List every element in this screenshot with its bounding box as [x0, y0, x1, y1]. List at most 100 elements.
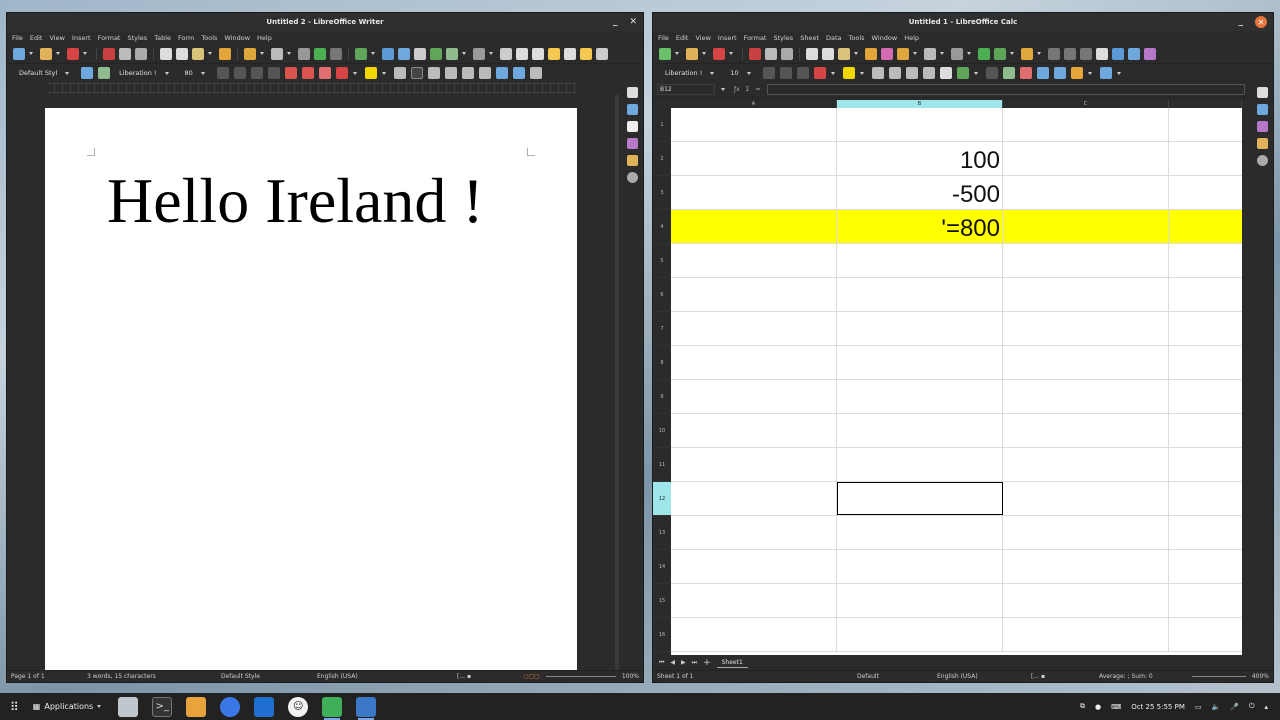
- close-icon[interactable]: ✕: [1255, 16, 1267, 28]
- column-header-a[interactable]: A: [671, 100, 837, 108]
- menu-window[interactable]: Window: [224, 34, 250, 42]
- cell[interactable]: [1003, 618, 1169, 651]
- minimize-icon[interactable]: _: [613, 17, 618, 27]
- status-zoom[interactable]: 400%: [1252, 673, 1269, 680]
- redo-icon[interactable]: [924, 47, 936, 60]
- prev-sheet-icon[interactable]: ◀: [670, 659, 675, 666]
- insert-textbox-icon[interactable]: [414, 47, 426, 60]
- cell[interactable]: [1003, 108, 1169, 141]
- minimize-icon[interactable]: _: [1239, 17, 1244, 27]
- menu-tools[interactable]: Tools: [201, 34, 217, 42]
- cell[interactable]: [671, 584, 837, 617]
- row-header[interactable]: 13: [653, 516, 671, 550]
- horizontal-ruler[interactable]: [47, 83, 577, 93]
- export-pdf-icon[interactable]: [749, 47, 761, 60]
- menu-tools[interactable]: Tools: [849, 34, 865, 42]
- menu-file[interactable]: File: [12, 34, 23, 42]
- row-header[interactable]: 16: [653, 618, 671, 652]
- increase-indent-icon[interactable]: [495, 67, 508, 79]
- menu-edit[interactable]: Edit: [30, 34, 43, 42]
- hyperlink-icon[interactable]: [500, 47, 512, 60]
- column-header-d[interactable]: [1169, 100, 1242, 108]
- new-document-icon[interactable]: [13, 47, 25, 60]
- last-sheet-icon[interactable]: ⏭: [692, 659, 697, 667]
- status-language[interactable]: English (USA): [317, 673, 457, 680]
- row-header[interactable]: 12: [653, 482, 671, 516]
- font-size-dropdown[interactable]: 80: [181, 67, 212, 79]
- vscode-icon[interactable]: [254, 696, 275, 717]
- menu-format[interactable]: Format: [98, 34, 121, 42]
- cell[interactable]: [1003, 448, 1169, 481]
- insert-chart-icon[interactable]: [398, 47, 410, 60]
- menu-file[interactable]: File: [658, 34, 669, 42]
- cell[interactable]: [837, 516, 1003, 549]
- copy-icon[interactable]: [176, 47, 188, 60]
- first-sheet-icon[interactable]: ⏮: [659, 659, 664, 667]
- software-center-icon[interactable]: [186, 696, 207, 717]
- clock[interactable]: Oct 25 5:55 PM: [1131, 703, 1185, 711]
- row-header[interactable]: 10: [653, 414, 671, 448]
- cell[interactable]: [1003, 346, 1169, 379]
- italic-icon[interactable]: [233, 67, 246, 79]
- next-sheet-icon[interactable]: ▶: [681, 659, 686, 666]
- insert-image-icon[interactable]: [1112, 47, 1124, 60]
- sidebar-settings-icon[interactable]: [1256, 87, 1268, 98]
- clone-formatting-icon[interactable]: [865, 47, 877, 60]
- keyboard-icon[interactable]: ⌨: [1111, 703, 1121, 711]
- print-preview-icon[interactable]: [135, 47, 147, 60]
- cell-b12-selected[interactable]: [837, 482, 1003, 515]
- bookmark-icon[interactable]: [548, 47, 560, 60]
- menu-table[interactable]: Table: [154, 34, 171, 42]
- sidebar-properties-icon[interactable]: [626, 104, 638, 115]
- formatting-marks-icon[interactable]: [330, 47, 342, 60]
- strikethrough-icon[interactable]: [267, 67, 280, 79]
- cell[interactable]: [1003, 516, 1169, 549]
- terminal-icon[interactable]: >_: [152, 696, 173, 717]
- subscript-icon[interactable]: [301, 67, 314, 79]
- cell[interactable]: [837, 108, 1003, 141]
- cell[interactable]: [671, 550, 837, 583]
- view-layout-icon[interactable]: ○▢▢: [523, 673, 540, 680]
- row-header[interactable]: 11: [653, 448, 671, 482]
- sort-ascending-icon[interactable]: [1080, 47, 1092, 60]
- currency-format-icon[interactable]: [956, 67, 969, 79]
- align-left-icon[interactable]: [393, 67, 406, 79]
- font-size-dropdown[interactable]: 10: [726, 67, 757, 79]
- find-replace-icon[interactable]: [298, 47, 310, 60]
- row-header[interactable]: 3: [653, 176, 671, 210]
- save-icon[interactable]: [713, 47, 725, 60]
- copy-icon[interactable]: [822, 47, 834, 60]
- menu-styles[interactable]: Styles: [773, 34, 793, 42]
- cell[interactable]: [837, 278, 1003, 311]
- formula-input[interactable]: [766, 84, 1245, 95]
- row-header[interactable]: 6: [653, 278, 671, 312]
- open-folder-icon[interactable]: [686, 47, 698, 60]
- insert-table-icon[interactable]: [355, 47, 367, 60]
- status-language[interactable]: English (USA): [937, 673, 1031, 680]
- writer-vertical-scrollbar[interactable]: [615, 95, 619, 672]
- menu-format[interactable]: Format: [744, 34, 767, 42]
- row-header[interactable]: 15: [653, 584, 671, 618]
- cell[interactable]: [671, 312, 837, 345]
- align-center-icon[interactable]: [888, 67, 901, 79]
- undo-icon[interactable]: [244, 47, 256, 60]
- cell[interactable]: [1003, 278, 1169, 311]
- add-sheet-icon[interactable]: +: [703, 658, 711, 668]
- find-replace-icon[interactable]: [951, 47, 963, 60]
- formula-icon[interactable]: =: [755, 86, 760, 93]
- cell[interactable]: [671, 176, 837, 209]
- cell[interactable]: [1003, 176, 1169, 209]
- wrap-text-icon[interactable]: [922, 67, 935, 79]
- menu-window[interactable]: Window: [872, 34, 898, 42]
- sort-descending-icon[interactable]: [1064, 47, 1076, 60]
- new-style-icon[interactable]: [98, 67, 111, 79]
- save-icon[interactable]: [67, 47, 79, 60]
- delete-decimal-icon[interactable]: [1019, 67, 1032, 79]
- cell[interactable]: [837, 618, 1003, 651]
- new-spreadsheet-icon[interactable]: [659, 47, 671, 60]
- align-right-icon[interactable]: [427, 67, 440, 79]
- font-name-dropdown[interactable]: Liberation !: [115, 67, 175, 79]
- print-preview-icon[interactable]: [781, 47, 793, 60]
- cell[interactable]: [837, 414, 1003, 447]
- cell[interactable]: [671, 108, 837, 141]
